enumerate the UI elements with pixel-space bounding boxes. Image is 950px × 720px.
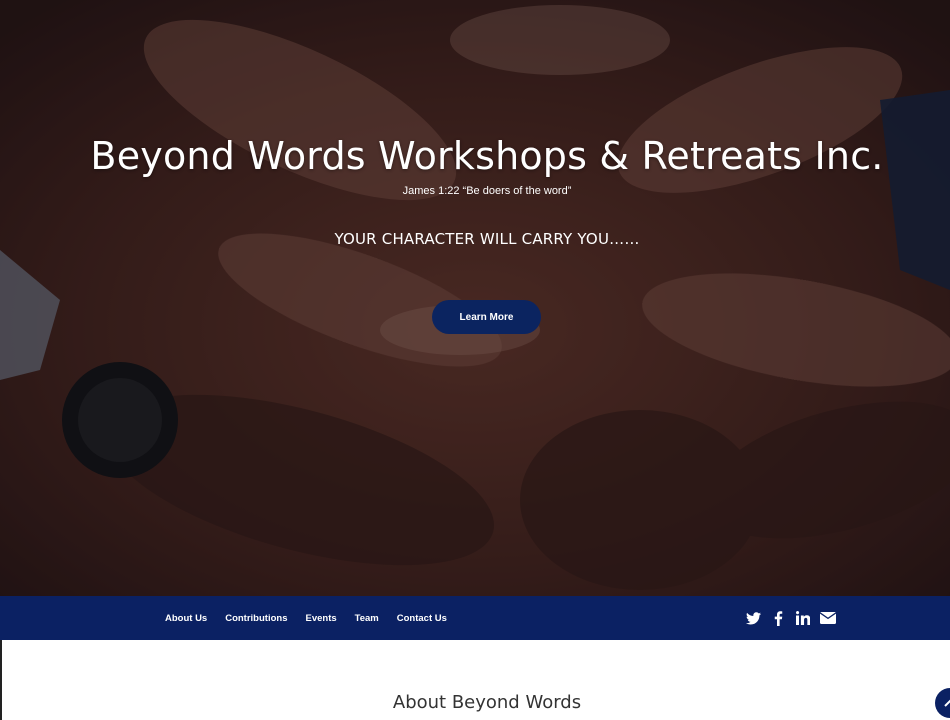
linkedin-icon[interactable] — [795, 610, 811, 626]
nav-item-contact-us[interactable]: Contact Us — [397, 613, 447, 624]
chevron-up-icon — [944, 694, 950, 712]
hero-verse: James 1:22 “Be doers of the word” — [402, 185, 572, 197]
hero-title: Beyond Words Workshops & Retreats Inc. — [90, 134, 884, 178]
main-navbar: About Us Contributions Events Team Conta… — [0, 596, 950, 640]
social-links — [745, 596, 836, 640]
section-title: About Beyond Words — [392, 692, 582, 713]
hero-section: Beyond Words Workshops & Retreats Inc. J… — [0, 0, 950, 596]
learn-more-button[interactable]: Learn More — [432, 300, 541, 334]
hero-tagline: YOUR CHARACTER WILL CARRY YOU…… — [334, 230, 640, 248]
nav-item-contributions[interactable]: Contributions — [225, 613, 287, 624]
nav-links: About Us Contributions Events Team Conta… — [165, 596, 465, 640]
nav-item-events[interactable]: Events — [305, 613, 336, 624]
hero-overlay — [0, 0, 950, 596]
nav-item-team[interactable]: Team — [355, 613, 379, 624]
twitter-icon[interactable] — [745, 610, 761, 626]
nav-item-about-us[interactable]: About Us — [165, 613, 207, 624]
facebook-icon[interactable] — [770, 610, 786, 626]
envelope-icon[interactable] — [820, 610, 836, 626]
